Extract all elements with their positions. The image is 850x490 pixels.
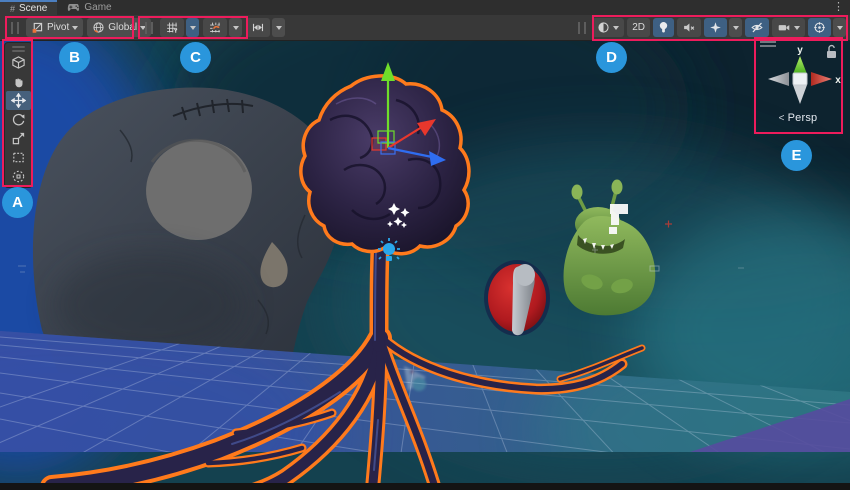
annotation-label-e: E [781,140,812,171]
gamepad-icon [67,3,80,12]
snap-spacing-button[interactable] [246,18,270,37]
kebab-menu-icon[interactable]: ⋮ [830,0,847,15]
annotation-box-e [754,37,843,134]
snap-spacing-dropdown[interactable] [272,18,285,37]
scene-viewport[interactable] [0,0,850,490]
annotation-box-a [2,39,33,187]
annotation-label-d: D [596,42,627,73]
annotation-box-c [138,16,248,39]
annotation-label-a: A [2,187,33,218]
unity-scene-view-window: # Scene Game ⋮ Pivot [0,0,850,490]
tab-bar: # Scene Game ⋮ [0,0,850,15]
tab-scene-label: Scene [19,3,47,14]
overlay-drag-handle[interactable] [578,22,586,34]
red-button-lever[interactable] [484,260,550,336]
annotation-label-b: B [59,42,90,73]
tab-game[interactable]: Game [57,0,121,15]
scene-grid-icon: # [10,4,15,14]
annotation-label-c: C [180,42,211,73]
window-bottom-edge [0,483,850,490]
annotation-box-b [5,16,134,39]
tab-scene[interactable]: # Scene [0,0,57,15]
tab-game-label: Game [84,2,111,13]
